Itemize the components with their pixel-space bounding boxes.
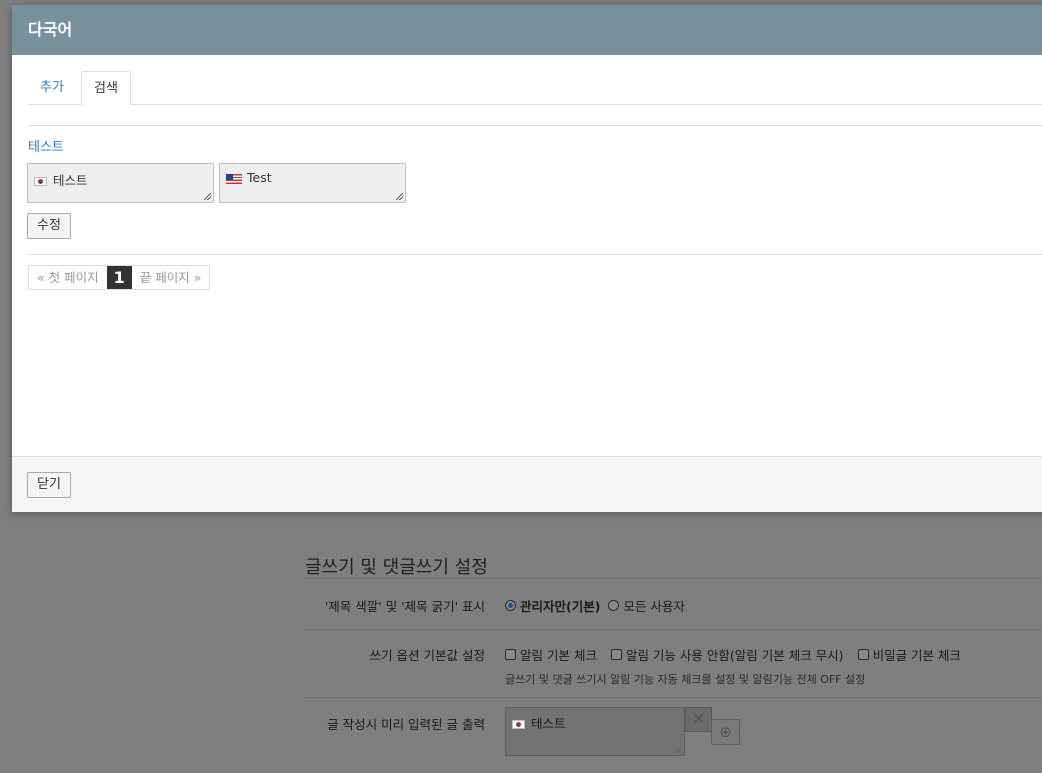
edit-button[interactable]: 수정 <box>27 213 71 239</box>
translation-value: 테스트 <box>53 173 88 188</box>
all-users-label: 모든 사용자 <box>623 599 685 614</box>
secret-default-checkbox[interactable] <box>857 649 869 660</box>
write-options-label: 쓰기 옵션 기본값 설정 <box>369 648 485 663</box>
secret-default-label: 비밀글 기본 체크 <box>872 648 962 663</box>
section-title: 글쓰기 및 댓글쓰기 설정 <box>305 557 488 578</box>
notify-default-checkbox[interactable] <box>505 649 516 660</box>
tab-add[interactable]: 추가 <box>28 71 76 104</box>
divider <box>305 578 1042 579</box>
close-button[interactable]: 닫기 <box>27 472 71 498</box>
title-style-label: '제목 색깔' 및 '제목 굵기' 표시 <box>324 599 485 614</box>
divider <box>28 125 1042 126</box>
globe-icon[interactable]: ⊕ <box>711 719 740 745</box>
prefill-label: 글 작성시 미리 입력된 글 출력 <box>327 717 485 732</box>
notify-default-label: 알림 기본 체크 <box>520 648 597 663</box>
notify-disable-label: 알림 기능 사용 안함(알림 기본 체크 무시) <box>625 648 844 663</box>
prefill-value: 테스트 <box>531 716 566 731</box>
resize-grip-icon[interactable] <box>396 193 403 200</box>
admin-only-label: 관리자만(기본) <box>520 599 601 614</box>
current-page[interactable]: 1 <box>106 266 132 289</box>
last-page-link[interactable]: 끝 페이지 » <box>132 266 210 289</box>
modal-footer: 닫기 <box>12 456 1042 512</box>
prefill-textarea[interactable]: 테스트 <box>505 707 685 756</box>
translation-value: Test <box>247 170 272 185</box>
notify-disable-checkbox[interactable] <box>610 649 622 660</box>
first-page-link[interactable]: « 첫 페이지 <box>29 266 107 289</box>
flag-kr-icon <box>34 177 47 186</box>
pagination: « 첫 페이지 1 끝 페이지 » <box>28 265 211 290</box>
write-options: 알림 기본 체크 알림 기능 사용 안함(알림 기본 체크 무시) 비밀글 기본… <box>505 645 961 664</box>
multilang-modal: 다국어 추가 검색 테스트 테스트 Test 수정 « 첫 페이지 1 끝 페이… <box>12 5 1042 512</box>
flag-us-icon <box>226 173 242 184</box>
resize-grip-icon[interactable] <box>675 746 682 753</box>
all-users-radio[interactable] <box>608 600 620 611</box>
write-options-help: 글쓰기 및 댓글 쓰기시 알림 기능 자동 체크를 설정 및 알림기능 전체 O… <box>505 673 866 686</box>
modal-title: 다국어 <box>12 5 1042 55</box>
tab-bar: 추가 검색 <box>28 71 1042 105</box>
resize-grip-icon[interactable] <box>204 193 211 200</box>
close-icon[interactable]: ✕ <box>685 707 712 732</box>
translation-field-en[interactable]: Test <box>219 163 406 203</box>
divider <box>305 629 1042 630</box>
tab-search[interactable]: 검색 <box>81 71 131 105</box>
divider <box>28 254 1042 255</box>
title-style-options: 관리자만(기본) 모든 사용자 <box>505 596 685 615</box>
divider <box>305 697 1042 698</box>
flag-kr-icon <box>512 720 525 729</box>
translation-field-ko[interactable]: 테스트 <box>27 163 214 203</box>
entry-title[interactable]: 테스트 <box>28 136 64 155</box>
admin-only-radio[interactable] <box>505 600 516 611</box>
